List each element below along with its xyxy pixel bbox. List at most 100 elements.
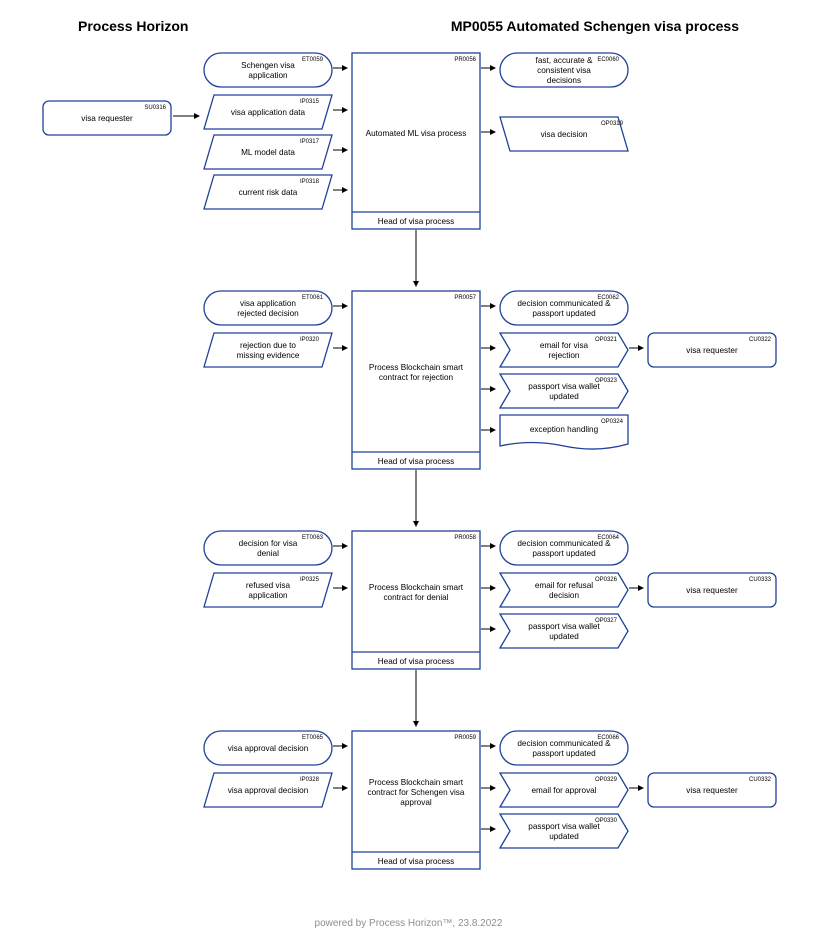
svg-text:rejection due to: rejection due to: [240, 341, 296, 350]
svg-text:passport visa wallet: passport visa wallet: [528, 622, 600, 631]
arrow-pr0056-ec: [481, 62, 501, 74]
svg-text:missing evidence: missing evidence: [237, 351, 300, 360]
svg-text:consistent visa: consistent visa: [537, 66, 591, 75]
arrow-pr0056-pr0057: [406, 230, 426, 292]
header-right: MP0055 Automated Schengen visa process: [451, 18, 739, 34]
node-PR0058: PR0058 Process Blockchain smartcontract f…: [351, 530, 481, 670]
svg-text:OP0329: OP0329: [595, 777, 618, 783]
svg-text:OP0319: OP0319: [601, 121, 624, 127]
svg-text:visa application data: visa application data: [231, 108, 306, 117]
svg-text:fast, accurate &: fast, accurate &: [536, 56, 593, 65]
svg-text:Head of visa process: Head of visa process: [378, 657, 454, 666]
svg-text:passport updated: passport updated: [532, 309, 596, 318]
svg-text:rejected decision: rejected decision: [237, 309, 299, 318]
svg-text:PR0059: PR0059: [454, 735, 476, 741]
svg-text:decision communicated &: decision communicated &: [517, 299, 611, 308]
svg-text:updated: updated: [549, 632, 579, 641]
svg-text:decision: decision: [549, 591, 579, 600]
arrow-pr0057-pr0058: [406, 470, 426, 532]
node-PR0057: PR0057Process Blockchain smartcontract f…: [351, 290, 481, 470]
svg-text:CU0332: CU0332: [749, 777, 772, 783]
arrow-pr0056-op: [481, 126, 501, 138]
arrow-pr0059-op0330: [481, 823, 501, 835]
svg-text:PR0057: PR0057: [454, 295, 476, 301]
svg-text:passport updated: passport updated: [532, 549, 596, 558]
svg-text:visa requester: visa requester: [686, 586, 738, 595]
node-EC0060: EC0060fast, accurate &consistent visadec…: [499, 52, 629, 88]
svg-text:IP0317: IP0317: [300, 139, 320, 145]
node-EC0062: EC0062decision communicated &passport up…: [499, 290, 629, 326]
arrow-ip0320-pr0057: [333, 342, 353, 354]
svg-text:visa requester: visa requester: [81, 114, 133, 123]
node-IP0328: IP0328 visa approval decision: [203, 772, 333, 808]
svg-text:passport updated: passport updated: [532, 749, 596, 758]
svg-text:visa approval decision: visa approval decision: [228, 786, 309, 795]
arrow-in1-pr0056: [333, 62, 353, 74]
node-OP0329: OP0329 email for approval: [499, 772, 629, 808]
node-PR0059: PR0059Process Blockchain smartcontract f…: [351, 730, 481, 870]
arrow-op0329-cu0332: [629, 782, 649, 794]
arrow-pr0058-op0326: [481, 582, 501, 594]
svg-text:IP0318: IP0318: [300, 179, 320, 185]
svg-text:email for refusal: email for refusal: [535, 581, 593, 590]
svg-text:PR0056: PR0056: [454, 57, 476, 63]
node-OP0330: OP0330passport visa walletupdated: [499, 813, 629, 849]
svg-text:CU0322: CU0322: [749, 337, 772, 343]
svg-text:updated: updated: [549, 392, 579, 401]
node-EC0064: EC0064decision communicated &passport up…: [499, 530, 629, 566]
arrow-pr0057-op0323: [481, 383, 501, 395]
svg-text:decision for visa: decision for visa: [239, 539, 298, 548]
svg-text:Process Blockchain smart: Process Blockchain smart: [369, 583, 464, 592]
diagram-page: Process Horizon MP0055 Automated Schenge…: [0, 0, 817, 943]
arrow-in2-pr0056: [333, 104, 353, 116]
node-IP0317: IP0317ML model data: [203, 134, 333, 170]
arrow-et0065-pr0059: [333, 740, 353, 752]
arrow-in3-pr0056: [333, 144, 353, 156]
svg-text:Schengen visa: Schengen visa: [241, 61, 295, 70]
svg-text:IP0315: IP0315: [300, 99, 320, 105]
svg-text:IP0320: IP0320: [300, 337, 320, 343]
svg-text:email for approval: email for approval: [531, 786, 596, 795]
svg-text:SU0316: SU0316: [144, 105, 166, 111]
node-IP0315: IP0315 visa application data: [203, 94, 333, 130]
svg-text:Head of visa process: Head of visa process: [378, 457, 454, 466]
node-OP0324: OP0324exception handling: [499, 414, 629, 454]
svg-text:contract for rejection: contract for rejection: [379, 373, 454, 382]
svg-text:current risk data: current risk data: [239, 188, 298, 197]
svg-text:Automated ML visa process: Automated ML visa process: [366, 129, 467, 138]
svg-text:OP0326: OP0326: [595, 577, 618, 583]
svg-text:EC0060: EC0060: [597, 57, 619, 63]
svg-text:application: application: [248, 71, 288, 80]
svg-text:OP0321: OP0321: [595, 337, 618, 343]
arrow-pr0057-op0324: [481, 424, 501, 436]
node-CU0332: CU0332 visa requester: [647, 772, 777, 808]
svg-text:CU0333: CU0333: [749, 577, 772, 583]
arrow-pr0058-op0327: [481, 623, 501, 635]
svg-text:IP0328: IP0328: [300, 777, 320, 783]
svg-text:ET0065: ET0065: [302, 735, 324, 741]
svg-text:ET0061: ET0061: [302, 295, 324, 301]
svg-text:PR0058: PR0058: [454, 535, 476, 541]
arrow-pr0059-ec0066: [481, 740, 501, 752]
svg-text:IP0325: IP0325: [300, 577, 320, 583]
arrow-op0321-cu0322: [629, 342, 649, 354]
footer-text: powered by Process Horizon™, 23.8.2022: [0, 918, 817, 929]
svg-text:contract for denial: contract for denial: [383, 593, 448, 602]
arrow-et0061-pr0057: [333, 300, 353, 312]
svg-text:Process Blockchain smart: Process Blockchain smart: [369, 778, 464, 787]
svg-text:Head of visa process: Head of visa process: [378, 217, 454, 226]
node-OP0323: OP0323passport visa walletupdated: [499, 373, 629, 409]
node-IP0318: IP0318current risk data: [203, 174, 333, 210]
svg-text:refused visa: refused visa: [246, 581, 291, 590]
node-SU0316: SU0316 visa requester: [42, 100, 172, 136]
svg-text:approval: approval: [400, 798, 432, 807]
svg-text:ET0059: ET0059: [302, 57, 324, 63]
svg-text:ET0063: ET0063: [302, 535, 324, 541]
node-PR0056: PR0056 Automated ML visa process Head of v…: [351, 52, 481, 230]
arrow-in4-pr0056: [333, 184, 353, 196]
arrow-ip0328-pr0059: [333, 782, 353, 794]
svg-text:updated: updated: [549, 832, 579, 841]
svg-text:visa requester: visa requester: [686, 786, 738, 795]
svg-text:decision communicated &: decision communicated &: [517, 739, 611, 748]
node-CU0322: CU0322visa requester: [647, 332, 777, 368]
